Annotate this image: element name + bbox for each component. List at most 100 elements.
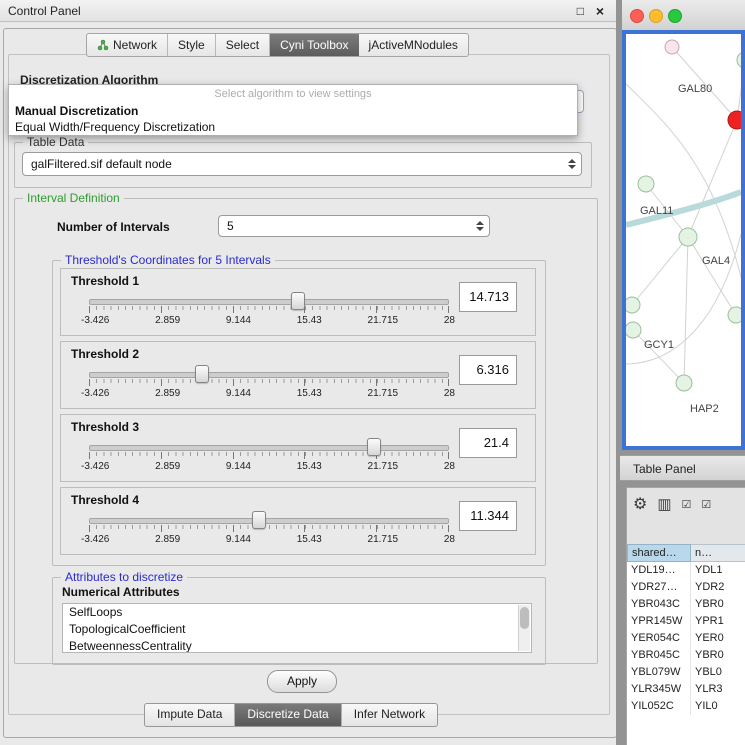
table-row[interactable]: YBR043CYBR0: [627, 596, 745, 613]
node[interactable]: [665, 40, 679, 54]
threshold-1-value[interactable]: 14.713: [459, 282, 517, 312]
slider-track[interactable]: [89, 445, 449, 451]
network-graph: GAL80 GAL11 GAL4 GCY1 HAP2: [626, 34, 741, 446]
tab-discretize-data[interactable]: Discretize Data: [235, 704, 341, 726]
cell[interactable]: YIL052C: [627, 698, 691, 715]
minimize-traffic-icon[interactable]: [649, 9, 663, 23]
table-row[interactable]: YLR345WYLR3: [627, 681, 745, 698]
node[interactable]: [676, 375, 692, 391]
close-icon[interactable]: ×: [596, 0, 604, 22]
network-canvas[interactable]: GAL80 GAL11 GAL4 GCY1 HAP2: [622, 30, 745, 450]
number-of-intervals-combo[interactable]: 5: [218, 215, 490, 237]
table-data-combo[interactable]: galFiltered.sif default node: [22, 152, 582, 176]
cell[interactable]: YPR1: [691, 613, 745, 630]
table-row[interactable]: YBR045CYBR0: [627, 647, 745, 664]
threshold-2-slider[interactable]: -3.4262.8599.14415.4321.71528: [89, 364, 449, 402]
slider-handle[interactable]: [367, 438, 381, 456]
tab-infer-network[interactable]: Infer Network: [342, 704, 437, 726]
dropdown-option-manual-discretization[interactable]: Manual Discretization: [9, 103, 577, 119]
threshold-3-slider[interactable]: -3.4262.8599.14415.4321.71528: [89, 437, 449, 475]
thresholds-group-label: Threshold's Coordinates for 5 Intervals: [61, 253, 275, 267]
slider-track[interactable]: [89, 299, 449, 305]
threshold-4-value[interactable]: 11.344: [459, 501, 517, 531]
tab-cyni-toolbox[interactable]: Cyni Toolbox: [270, 34, 358, 56]
column-header-shared-name[interactable]: shared…: [627, 544, 691, 562]
node[interactable]: [737, 52, 741, 68]
select-all-checkbox-icon[interactable]: ☑: [682, 498, 692, 511]
list-item[interactable]: TopologicalCoefficient: [63, 621, 531, 638]
tick-label: 2.859: [155, 388, 180, 399]
cell[interactable]: YDR27…: [627, 579, 691, 596]
tick-label: 15.43: [297, 461, 322, 472]
cell[interactable]: YBR0: [691, 596, 745, 613]
threshold-2-value[interactable]: 6.316: [459, 355, 517, 385]
tab-impute-data[interactable]: Impute Data: [145, 704, 235, 726]
attributes-list[interactable]: SelfLoops TopologicalCoefficient Between…: [62, 603, 532, 653]
cell[interactable]: YLR345W: [627, 681, 691, 698]
cell[interactable]: YIL0: [691, 698, 745, 715]
list-item[interactable]: SelfLoops: [63, 604, 531, 621]
list-scrollbar[interactable]: [518, 605, 530, 651]
scrollbar-thumb[interactable]: [520, 607, 529, 629]
window-title: Control Panel: [8, 4, 81, 18]
threshold-3-value[interactable]: 21.4: [459, 428, 517, 458]
tab-network-label: Network: [113, 34, 157, 56]
table-row[interactable]: YBL079WYBL0: [627, 664, 745, 681]
slider-handle[interactable]: [252, 511, 266, 529]
dropdown-option-equal-width-frequency[interactable]: Equal Width/Frequency Discretization: [9, 119, 577, 135]
table-row[interactable]: YDL19…YDL1: [627, 562, 745, 579]
columns-icon[interactable]: ▥: [657, 495, 671, 513]
node[interactable]: [626, 322, 641, 338]
cell[interactable]: YBL0: [691, 664, 745, 681]
apply-button[interactable]: Apply: [267, 670, 337, 693]
node-label: GAL11: [640, 205, 673, 217]
combo-stepper-icon[interactable]: [565, 156, 578, 172]
table-row[interactable]: YPR145WYPR1: [627, 613, 745, 630]
minimize-icon[interactable]: □: [577, 0, 584, 22]
table-row[interactable]: YDR27…YDR2: [627, 579, 745, 596]
table-panel-bar[interactable]: Table Panel: [620, 455, 745, 481]
cell[interactable]: YDL19…: [627, 562, 691, 579]
slider-track[interactable]: [89, 518, 449, 524]
tick-label: -3.426: [81, 315, 109, 326]
node[interactable]: [679, 228, 697, 246]
cell[interactable]: YER0: [691, 630, 745, 647]
cell[interactable]: YDR2: [691, 579, 745, 596]
slider-major-ticks: [89, 452, 449, 459]
table-row[interactable]: YER054CYER0: [627, 630, 745, 647]
tick-label: -3.426: [81, 534, 109, 545]
tab-style[interactable]: Style: [168, 34, 216, 56]
tick-label: 2.859: [155, 461, 180, 472]
column-header-name[interactable]: n…: [691, 544, 745, 562]
node[interactable]: [638, 176, 654, 192]
cell[interactable]: YDL1: [691, 562, 745, 579]
select-none-checkbox-icon[interactable]: ☑: [701, 498, 711, 511]
threshold-4-slider[interactable]: -3.4262.8599.14415.4321.71528: [89, 510, 449, 548]
node[interactable]: [626, 297, 640, 313]
slider-handle[interactable]: [195, 365, 209, 383]
cell[interactable]: YBR045C: [627, 647, 691, 664]
threshold-2-label: Threshold 2: [71, 347, 139, 361]
threshold-1-slider[interactable]: -3.4262.8599.14415.4321.71528: [89, 291, 449, 329]
cell[interactable]: YBL079W: [627, 664, 691, 681]
table-row[interactable]: YIL052CYIL0: [627, 698, 745, 715]
tab-jactivemnodules[interactable]: jActiveMNodules: [359, 34, 468, 56]
cell[interactable]: YBR043C: [627, 596, 691, 613]
cell[interactable]: YBR0: [691, 647, 745, 664]
selected-node[interactable]: [728, 111, 741, 129]
slider-handle[interactable]: [291, 292, 305, 310]
list-item[interactable]: BetweennessCentrality: [63, 638, 531, 653]
tab-network[interactable]: Network: [87, 34, 168, 56]
cell[interactable]: YLR3: [691, 681, 745, 698]
close-traffic-icon[interactable]: [630, 9, 644, 23]
tab-select[interactable]: Select: [216, 34, 270, 56]
tick-label: 15.43: [297, 534, 322, 545]
cell[interactable]: YER054C: [627, 630, 691, 647]
zoom-traffic-icon[interactable]: [668, 9, 682, 23]
spinner-icon[interactable]: [473, 219, 486, 233]
slider-track[interactable]: [89, 372, 449, 378]
gear-icon[interactable]: ⚙: [633, 494, 647, 514]
node[interactable]: [728, 307, 741, 323]
network-window-titlebar[interactable]: [622, 0, 745, 31]
cell[interactable]: YPR145W: [627, 613, 691, 630]
